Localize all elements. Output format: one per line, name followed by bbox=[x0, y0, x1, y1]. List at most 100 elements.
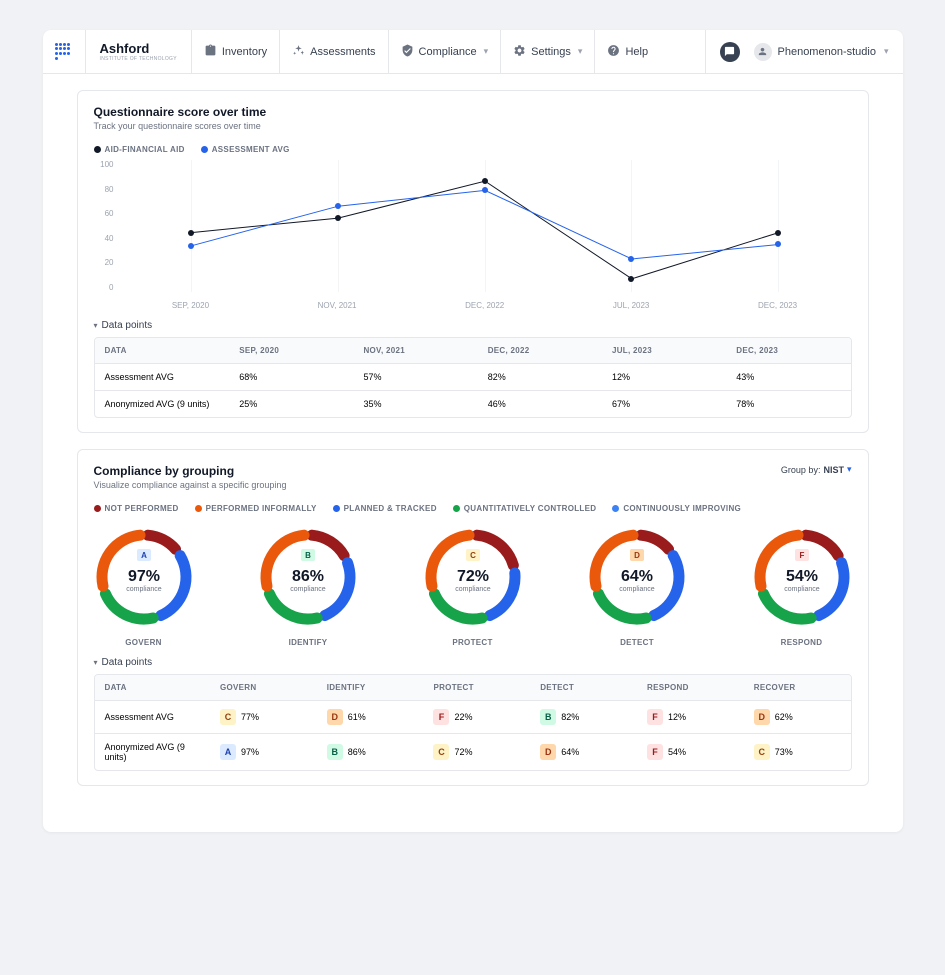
grade-badge: F bbox=[433, 709, 449, 725]
legend: NOT PERFORMED PERFORMED INFORMALLY PLANNED… bbox=[94, 504, 852, 513]
legend-dot-icon bbox=[201, 146, 208, 153]
svg-text:86%: 86% bbox=[292, 568, 324, 585]
data-points-toggle[interactable]: ▾ Data points bbox=[94, 320, 852, 331]
gear-icon bbox=[513, 44, 526, 60]
legend: AID-FINANCIAL AID ASSESSMENT AVG bbox=[94, 145, 852, 154]
table-header: DATAGOVERNIDENTIFYPROTECTDETECTRESPONDRE… bbox=[95, 675, 851, 701]
header: Ashford INSTITUTE OF TECHNOLOGY Inventor… bbox=[43, 30, 903, 74]
grade-badge: B bbox=[327, 744, 343, 760]
card2-title: Compliance by grouping bbox=[94, 464, 287, 478]
donut-respond: F 54% compliance RESPOND bbox=[752, 527, 852, 647]
legend-item: QUANTITATIVELY CONTROLLED bbox=[453, 504, 597, 513]
legend-item: ASSESSMENT AVG bbox=[201, 145, 290, 154]
legend-item: AID-FINANCIAL AID bbox=[94, 145, 185, 154]
grade-badge: D bbox=[540, 744, 556, 760]
svg-text:compliance: compliance bbox=[126, 586, 162, 593]
donut-protect: C 72% compliance PROTECT bbox=[423, 527, 523, 647]
logo-icon bbox=[55, 43, 73, 61]
nav-compliance[interactable]: Compliance▾ bbox=[389, 30, 502, 73]
triangle-down-icon: ▾ bbox=[94, 321, 98, 330]
legend-dot-icon bbox=[195, 505, 202, 512]
nav-inventory[interactable]: Inventory bbox=[192, 30, 280, 73]
data-table: DATAGOVERNIDENTIFYPROTECTDETECTRESPONDRE… bbox=[94, 674, 852, 771]
nav: InventoryAssessmentsCompliance▾Settings▾… bbox=[192, 30, 660, 73]
question-icon bbox=[607, 44, 620, 60]
data-point bbox=[188, 243, 194, 249]
legend-item: PLANNED & TRACKED bbox=[333, 504, 437, 513]
chevron-down-icon: ▾ bbox=[847, 464, 852, 475]
svg-text:97%: 97% bbox=[127, 568, 159, 585]
data-points-toggle[interactable]: ▾ Data points bbox=[94, 657, 852, 668]
data-point bbox=[482, 178, 488, 184]
data-point bbox=[335, 203, 341, 209]
x-axis: SEP, 2020NOV, 2021DEC, 2022JUL, 2023DEC,… bbox=[118, 301, 852, 310]
table-header: DATASEP, 2020NOV, 2021DEC, 2022JUL, 2023… bbox=[95, 338, 851, 364]
line-chart: 100806040200 SEP, 2020NOV, 2021DEC, 2022… bbox=[94, 160, 852, 310]
content: Questionnaire score over time Track your… bbox=[43, 74, 903, 832]
legend-item: CONTINUOUSLY IMPROVING bbox=[612, 504, 741, 513]
table-row: Anonymized AVG (9 units)25%35%46%67%78% bbox=[95, 391, 851, 417]
svg-text:compliance: compliance bbox=[455, 586, 491, 593]
clipboard-icon bbox=[204, 44, 217, 60]
chat-button[interactable] bbox=[720, 42, 740, 62]
user-icon bbox=[757, 46, 768, 57]
legend-dot-icon bbox=[453, 505, 460, 512]
legend-item: NOT PERFORMED bbox=[94, 504, 179, 513]
chat-icon bbox=[724, 46, 735, 57]
nav-assessments[interactable]: Assessments bbox=[280, 30, 388, 73]
card-questionnaire: Questionnaire score over time Track your… bbox=[77, 90, 869, 433]
svg-text:compliance: compliance bbox=[290, 586, 326, 593]
svg-text:B: B bbox=[305, 551, 311, 560]
svg-text:A: A bbox=[141, 551, 147, 560]
data-point bbox=[775, 230, 781, 236]
svg-text:compliance: compliance bbox=[784, 586, 820, 593]
data-table: DATASEP, 2020NOV, 2021DEC, 2022JUL, 2023… bbox=[94, 337, 852, 418]
data-point bbox=[188, 230, 194, 236]
user-menu[interactable]: Phenomenon-studio ▾ bbox=[754, 43, 889, 61]
donuts-row: A 97% compliance GOVERN B 86% compliance… bbox=[94, 527, 852, 647]
app-window: Ashford INSTITUTE OF TECHNOLOGY Inventor… bbox=[43, 30, 903, 832]
user-name: Phenomenon-studio bbox=[778, 46, 876, 58]
card1-sub: Track your questionnaire scores over tim… bbox=[94, 121, 852, 131]
card1-title: Questionnaire score over time bbox=[94, 105, 852, 119]
donut-detect: D 64% compliance DETECT bbox=[587, 527, 687, 647]
chevron-down-icon: ▾ bbox=[484, 46, 489, 57]
legend-dot-icon bbox=[333, 505, 340, 512]
grade-badge: C bbox=[754, 744, 770, 760]
chevron-down-icon: ▾ bbox=[884, 46, 889, 57]
nav-settings[interactable]: Settings▾ bbox=[501, 30, 595, 73]
triangle-down-icon: ▾ bbox=[94, 658, 98, 667]
logo-block bbox=[43, 30, 86, 73]
plot-area bbox=[118, 160, 852, 292]
grade-badge: F bbox=[647, 744, 663, 760]
legend-item: PERFORMED INFORMALLY bbox=[195, 504, 317, 513]
legend-dot-icon bbox=[94, 146, 101, 153]
svg-text:64%: 64% bbox=[621, 568, 653, 585]
group-by-select[interactable]: Group by: NIST ▾ bbox=[781, 464, 852, 475]
header-right: Phenomenon-studio ▾ bbox=[705, 30, 903, 73]
nav-help[interactable]: Help bbox=[595, 30, 660, 73]
svg-text:compliance: compliance bbox=[619, 586, 655, 593]
avatar bbox=[754, 43, 772, 61]
donut-govern: A 97% compliance GOVERN bbox=[94, 527, 194, 647]
data-point bbox=[335, 215, 341, 221]
grade-badge: D bbox=[327, 709, 343, 725]
table-row: Assessment AVGC77%D61%F22%B82%F12%D62% bbox=[95, 701, 851, 734]
donut-identify: B 86% compliance IDENTIFY bbox=[258, 527, 358, 647]
grade-badge: C bbox=[220, 709, 236, 725]
grade-badge: A bbox=[220, 744, 236, 760]
svg-text:C: C bbox=[470, 551, 476, 560]
grade-badge: F bbox=[647, 709, 663, 725]
svg-text:54%: 54% bbox=[785, 568, 817, 585]
brand: Ashford INSTITUTE OF TECHNOLOGY bbox=[86, 30, 192, 73]
svg-text:F: F bbox=[799, 551, 804, 560]
sparkle-icon bbox=[292, 44, 305, 60]
shield-icon bbox=[401, 44, 414, 60]
svg-text:D: D bbox=[634, 551, 640, 560]
data-point bbox=[482, 187, 488, 193]
table-row: Anonymized AVG (9 units)A97%B86%C72%D64%… bbox=[95, 734, 851, 770]
chevron-down-icon: ▾ bbox=[578, 46, 583, 57]
svg-text:72%: 72% bbox=[456, 568, 488, 585]
card-compliance: Compliance by grouping Visualize complia… bbox=[77, 449, 869, 786]
card2-sub: Visualize compliance against a specific … bbox=[94, 480, 287, 490]
